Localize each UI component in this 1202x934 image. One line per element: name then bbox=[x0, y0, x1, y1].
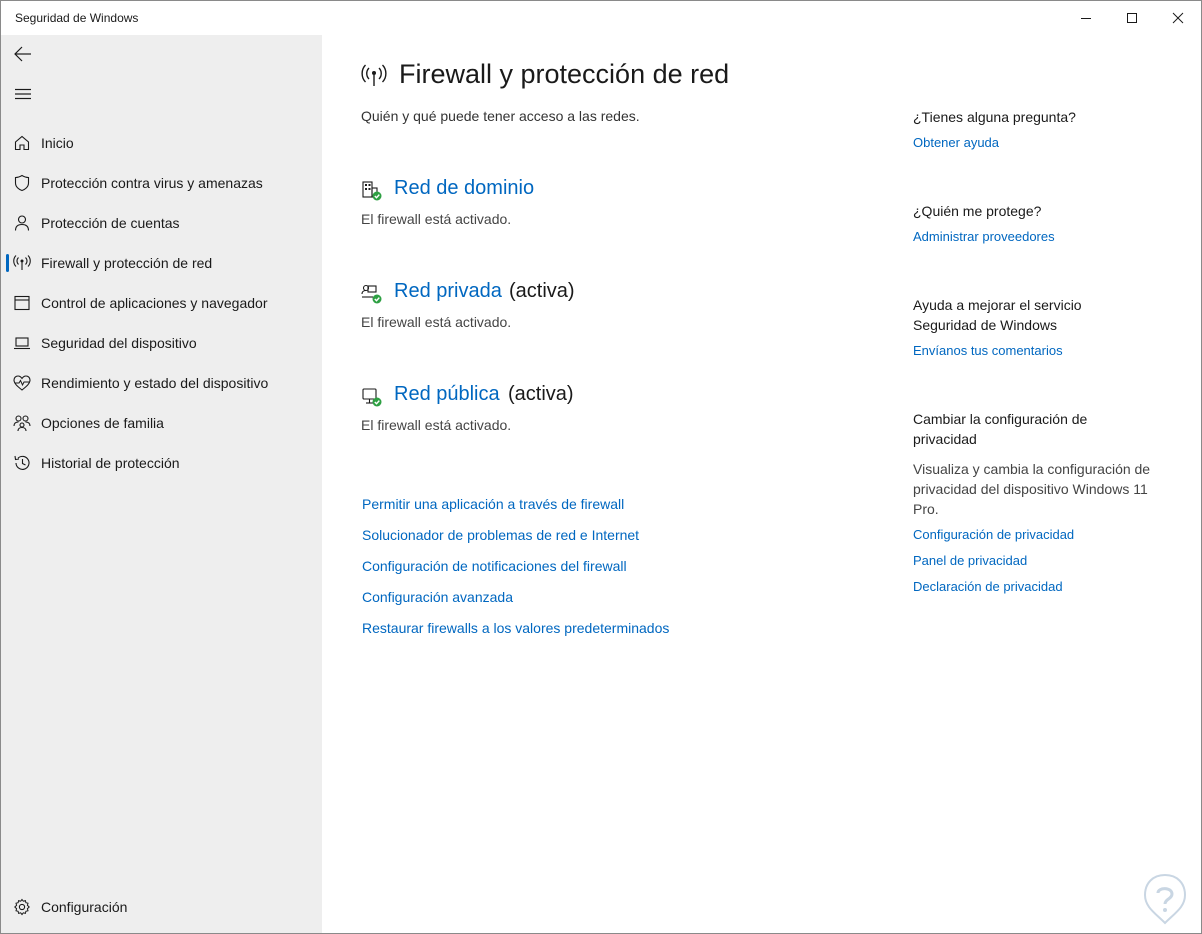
advanced-settings-link[interactable]: Configuración avanzada bbox=[362, 589, 513, 605]
privacy-description: Visualiza y cambia la configuración de p… bbox=[913, 461, 1151, 517]
restore-defaults-link[interactable]: Restaurar firewalls a los valores predet… bbox=[362, 620, 669, 636]
public-network-link[interactable]: Red pública bbox=[394, 383, 500, 406]
window-title: Seguridad de Windows bbox=[15, 11, 139, 25]
app-window-icon bbox=[13, 294, 31, 312]
gear-icon bbox=[13, 898, 31, 916]
allow-app-link[interactable]: Permitir una aplicación a través de fire… bbox=[362, 496, 624, 512]
antenna-icon bbox=[361, 64, 387, 88]
privacy-heading: Cambiar la configuración de privacidad bbox=[913, 411, 1088, 447]
maximize-button[interactable] bbox=[1109, 1, 1155, 35]
app-window: Seguridad de Windows Inicio Protección c… bbox=[0, 0, 1202, 934]
heart-pulse-icon bbox=[13, 374, 31, 392]
main-content: Firewall y protección de red Quién y qué… bbox=[322, 35, 1201, 933]
minimize-icon bbox=[1081, 18, 1091, 19]
send-feedback-link[interactable]: Envíanos tus comentarios bbox=[913, 341, 1113, 361]
title-bar: Seguridad de Windows bbox=[1, 1, 1201, 35]
sidebar-item-label: Control de aplicaciones y navegador bbox=[41, 295, 268, 311]
sidebar: Inicio Protección contra virus y amenaza… bbox=[1, 35, 322, 933]
back-button[interactable] bbox=[7, 38, 39, 70]
help-heading: ¿Tienes alguna pregunta? bbox=[913, 109, 1076, 125]
public-network-active-tag: (activa) bbox=[508, 383, 574, 405]
private-network-status: El firewall está activado. bbox=[361, 314, 512, 330]
private-network-active-tag: (activa) bbox=[509, 280, 575, 302]
antenna-icon bbox=[13, 254, 31, 272]
manage-providers-link[interactable]: Administrar proveedores bbox=[913, 227, 1173, 247]
page-title: Firewall y protección de red bbox=[399, 59, 730, 89]
sidebar-item-label: Protección contra virus y amenazas bbox=[41, 175, 263, 191]
domain-network-status: El firewall está activado. bbox=[361, 211, 512, 227]
privacy-section: Cambiar la configuración de privacidad V… bbox=[913, 409, 1153, 597]
sidebar-item-virus-protection[interactable]: Protección contra virus y amenazas bbox=[1, 165, 322, 201]
hamburger-menu-icon bbox=[15, 88, 31, 100]
page-subtitle: Quién y qué puede tener acceso a las red… bbox=[361, 108, 640, 124]
family-icon bbox=[13, 414, 31, 432]
close-icon bbox=[1172, 12, 1184, 24]
private-network-icon bbox=[361, 283, 383, 305]
close-button[interactable] bbox=[1155, 1, 1201, 35]
laptop-icon bbox=[13, 334, 31, 352]
watermark-logo bbox=[1141, 873, 1189, 925]
shield-icon bbox=[13, 174, 31, 192]
sidebar-item-firewall[interactable]: Firewall y protección de red bbox=[1, 245, 322, 281]
home-icon bbox=[13, 134, 31, 152]
firewall-notifications-link[interactable]: Configuración de notificaciones del fire… bbox=[362, 558, 627, 574]
help-section: ¿Tienes alguna pregunta? Obtener ayuda bbox=[913, 107, 1173, 153]
back-arrow-icon bbox=[14, 46, 31, 62]
sidebar-item-label: Opciones de familia bbox=[41, 415, 164, 431]
menu-button[interactable] bbox=[7, 78, 39, 110]
person-icon bbox=[13, 214, 31, 232]
history-icon bbox=[13, 454, 31, 472]
minimize-button[interactable] bbox=[1063, 1, 1109, 35]
network-troubleshooter-link[interactable]: Solucionador de problemas de red e Inter… bbox=[362, 527, 639, 543]
protector-section: ¿Quién me protege? Administrar proveedor… bbox=[913, 201, 1173, 247]
sidebar-item-device-security[interactable]: Seguridad del dispositivo bbox=[1, 325, 322, 361]
privacy-statement-link[interactable]: Declaración de privacidad bbox=[913, 577, 1153, 597]
sidebar-item-family-options[interactable]: Opciones de familia bbox=[1, 405, 322, 441]
feedback-section: Ayuda a mejorar el servicio Seguridad de… bbox=[913, 295, 1113, 361]
protector-heading: ¿Quién me protege? bbox=[913, 203, 1042, 219]
sidebar-item-label: Protección de cuentas bbox=[41, 215, 180, 231]
sidebar-item-protection-history[interactable]: Historial de protección bbox=[1, 445, 322, 481]
sidebar-item-label: Inicio bbox=[41, 135, 74, 151]
sidebar-item-label: Seguridad del dispositivo bbox=[41, 335, 197, 351]
domain-network-link[interactable]: Red de dominio bbox=[394, 177, 534, 200]
sidebar-item-app-control[interactable]: Control de aplicaciones y navegador bbox=[1, 285, 322, 321]
settings-label: Configuración bbox=[41, 899, 128, 915]
sidebar-item-device-performance[interactable]: Rendimiento y estado del dispositivo bbox=[1, 365, 322, 401]
sidebar-item-label: Rendimiento y estado del dispositivo bbox=[41, 375, 269, 391]
public-network-icon bbox=[361, 386, 383, 408]
sidebar-item-label: Historial de protección bbox=[41, 455, 180, 471]
sidebar-item-account-protection[interactable]: Protección de cuentas bbox=[1, 205, 322, 241]
sidebar-item-settings[interactable]: Configuración bbox=[1, 889, 322, 925]
feedback-heading: Ayuda a mejorar el servicio Seguridad de… bbox=[913, 297, 1082, 333]
private-network-link[interactable]: Red privada bbox=[394, 280, 502, 303]
domain-network-icon bbox=[361, 180, 383, 202]
privacy-dashboard-link[interactable]: Panel de privacidad bbox=[913, 551, 1153, 571]
public-network-status: El firewall está activado. bbox=[361, 417, 512, 433]
privacy-settings-link[interactable]: Configuración de privacidad bbox=[913, 525, 1153, 545]
sidebar-item-label: Firewall y protección de red bbox=[41, 255, 213, 271]
maximize-icon bbox=[1127, 13, 1137, 23]
sidebar-item-inicio[interactable]: Inicio bbox=[1, 125, 322, 161]
get-help-link[interactable]: Obtener ayuda bbox=[913, 133, 1173, 153]
